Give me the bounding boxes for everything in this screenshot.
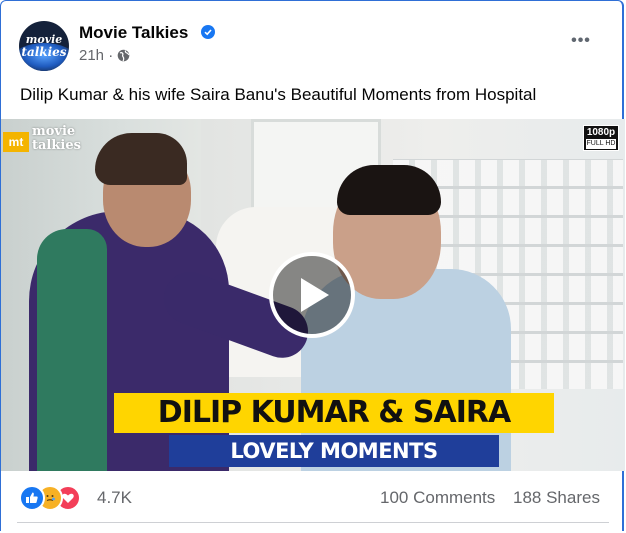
reaction-count[interactable]: 4.7K bbox=[97, 488, 132, 508]
hd-badge-resolution: 1080p bbox=[586, 127, 616, 138]
post-timestamp[interactable]: 21h · bbox=[79, 47, 113, 64]
video-player[interactable]: mt movie talkies 1080p FULL HD DILIP KUM… bbox=[1, 119, 625, 471]
watermark-logo-icon: mt bbox=[3, 132, 29, 152]
shares-count-link[interactable]: 188 Shares bbox=[513, 488, 600, 508]
video-scene-woman-hair bbox=[95, 133, 187, 185]
watermark-line-1: movie bbox=[32, 124, 76, 139]
video-scene-woman-scarf bbox=[37, 229, 107, 471]
video-scene-patient-hair bbox=[337, 165, 441, 215]
video-subtitle-banner: LOVELY MOMENTS TOGETHER bbox=[169, 435, 499, 467]
page-name-link[interactable]: Movie Talkies bbox=[79, 23, 188, 43]
verified-badge-icon bbox=[201, 25, 215, 39]
page-avatar[interactable]: movie talkies bbox=[19, 21, 69, 71]
post-caption: Dilip Kumar & his wife Saira Banu's Beau… bbox=[20, 85, 537, 104]
hd-badge: 1080p FULL HD bbox=[583, 125, 619, 151]
reactions-summary[interactable] bbox=[19, 485, 93, 511]
video-title-banner: DILIP KUMAR & SAIRA BANU bbox=[114, 393, 554, 470]
hd-badge-label: FULL HD bbox=[586, 139, 616, 149]
avatar-logo-text-2: talkies bbox=[21, 45, 67, 59]
play-icon bbox=[301, 278, 329, 312]
comments-count-link[interactable]: 100 Comments bbox=[380, 488, 495, 508]
watermark-line-2: talkies bbox=[32, 138, 81, 153]
like-icon bbox=[19, 485, 45, 511]
post-card: movie talkies Movie Talkies 21h · ••• Di… bbox=[0, 0, 625, 531]
play-button[interactable] bbox=[269, 252, 355, 338]
footer-divider bbox=[17, 522, 609, 523]
more-options-button[interactable]: ••• bbox=[567, 31, 595, 51]
watermark-text: movie talkies bbox=[32, 125, 81, 153]
globe-icon bbox=[117, 49, 130, 62]
